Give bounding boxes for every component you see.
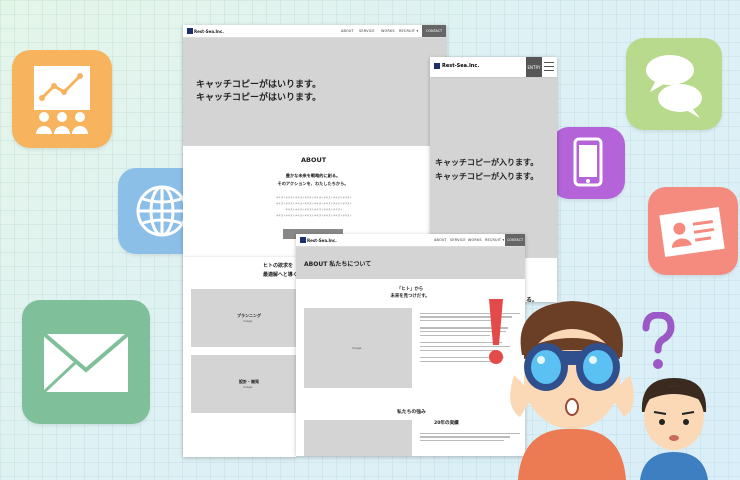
about-page-logo: Rest-Sea.Inc. — [300, 237, 337, 243]
about-lead: 豊かな未来を戦略的に創る。 そのアクションを、わたしたちから。 — [277, 173, 349, 186]
years-heading: 20年の実績 — [434, 421, 459, 426]
question-mark-icon — [642, 312, 675, 369]
mockup-logo: Rest-Sea.Inc. — [187, 28, 224, 34]
nav-recruit: RECRUIT ▾ — [399, 29, 419, 33]
nav-works: WORKS — [381, 29, 395, 33]
section2-heading: ヒトの欲求を 最適解へと導く — [263, 263, 296, 278]
about-heading: ABOUT — [301, 156, 327, 164]
card-dev-image-label: image — [243, 385, 253, 389]
nav-contact-button: CONTACT — [422, 25, 446, 37]
id-card-icon — [648, 187, 738, 275]
mobile-header: Rest-Sea.Inc. ENTRY — [430, 57, 557, 78]
nav-about: ABOUT — [341, 29, 354, 33]
website-mockup-home: Rest-Sea.Inc. ABOUT SERVICE WORKS RECRUI… — [183, 25, 446, 257]
hero-catchcopy: キャッチコピーがはいります。 キャッチコピーがはいります。 — [196, 80, 322, 103]
mobile-catchcopy: キャッチコピーが入ります。 キャッチコピーが入ります。 — [435, 158, 539, 181]
about-body: テキストテキストテキストテキストテキストテキストテキストテキスト テキストテキス… — [276, 196, 352, 217]
about-page-navbar: Rest-Sea.Inc. ABOUT SERVICE WORKS RECRUI… — [296, 234, 525, 247]
about-page-title: ABOUT 私たちについて — [304, 261, 372, 268]
nav-service: SERVICE — [359, 29, 375, 33]
mockup-navbar: Rest-Sea.Inc. ABOUT SERVICE WORKS RECRUI… — [183, 25, 446, 38]
mobile-entry-button: ENTRY — [526, 57, 542, 77]
confused-boy-illustration — [640, 378, 708, 480]
chat-bubbles-icon — [626, 38, 722, 130]
hamburger-icon — [544, 62, 554, 71]
smartphone-icon — [551, 127, 625, 199]
nav-recruit: RECRUIT ▾ — [485, 238, 505, 242]
strength-image — [304, 420, 412, 456]
nav-about: ABOUT — [434, 238, 447, 242]
mobile-logo: Rest-Sea.Inc. — [434, 63, 479, 69]
card-planning-image-label: image — [243, 319, 253, 323]
about-lead: 「ヒト」から 未来を見つけだす。 — [390, 287, 430, 299]
mail-icon — [22, 300, 150, 424]
child-with-binoculars-illustration — [510, 301, 634, 480]
strength-heading: 私たちの強み — [397, 410, 426, 415]
nav-works: WORKS — [468, 238, 482, 242]
nav-contact-button: CONTACT — [505, 234, 525, 246]
presentation-icon — [12, 50, 112, 148]
about-image-label: Image — [352, 346, 362, 350]
website-mockup-services: ヒトの欲求を 最適解へと導く プランニング image 設計・開発 image — [183, 257, 296, 457]
nav-service: SERVICE — [450, 238, 466, 242]
